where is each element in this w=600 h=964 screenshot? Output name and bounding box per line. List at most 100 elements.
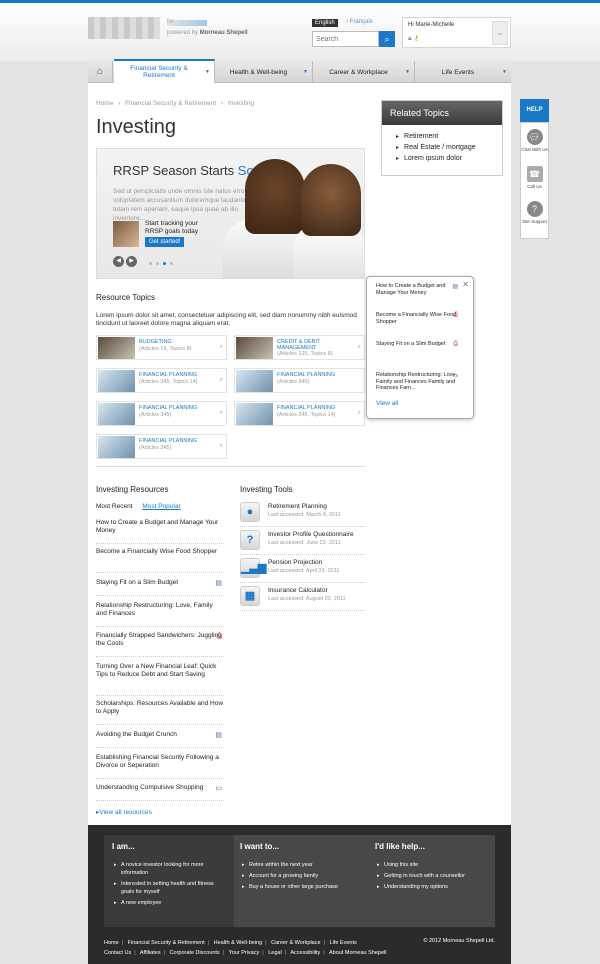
footer-link[interactable]: A new employee — [114, 899, 224, 907]
topic-meta: (Articles 345) — [139, 445, 172, 451]
chevron-down-icon: ⌄ — [496, 28, 504, 37]
close-icon[interactable]: ✕ — [462, 280, 469, 289]
resource-item[interactable]: Become a Financially Wise Food Shopper — [96, 548, 224, 573]
language-french[interactable]: › Français — [346, 19, 373, 25]
footer-link[interactable]: Contact Us — [104, 950, 131, 956]
magnifier-icon[interactable]: ⌕ — [358, 410, 361, 417]
popup-view-all-link[interactable]: View all — [376, 400, 398, 407]
pdf-icon: ⎙ — [453, 312, 458, 318]
footer-link[interactable]: About Morneau Shepell — [329, 950, 386, 956]
magnifier-icon[interactable]: ⌕ — [220, 344, 223, 351]
powered-by: powered by Morneau Shepell — [167, 30, 248, 36]
topic-tile[interactable]: FINANCIAL PLANNING (Articles 345, Topics… — [234, 401, 365, 426]
topic-tile[interactable]: FINANCIAL PLANNING (Articles 345) ⌕ — [96, 401, 227, 426]
footer-link[interactable]: Retire within the next year — [242, 861, 352, 869]
topic-tile[interactable]: FINANCIAL PLANNING (Articles 345) ⌕ — [96, 434, 227, 459]
company-logo[interactable] — [88, 17, 160, 39]
related-topic-item[interactable]: Real Estate / mortgage — [396, 144, 502, 151]
footer-link[interactable]: Interested in setting health and fitness… — [114, 880, 224, 896]
search-input[interactable] — [312, 31, 379, 47]
footer-link[interactable]: Financial Security & Retirement — [128, 940, 205, 946]
resource-item[interactable]: Establishing Financial Security Followin… — [96, 754, 224, 779]
popup-item[interactable]: Relationship Restructuring: Love, Family… — [376, 372, 458, 392]
footer-link[interactable]: Life Events — [330, 940, 357, 946]
footer-link[interactable]: A novice investor looking for more infor… — [114, 861, 224, 877]
lock-icon[interactable]: 🔒︎ — [408, 35, 412, 42]
topic-tile[interactable]: BUDGETING (Articles 16, Topics 8) ⌕ — [96, 335, 227, 360]
resource-item[interactable]: Turning Over a New Financial Leaf: Quick… — [96, 663, 224, 696]
topic-meta: (Articles 16, Topics 8) — [139, 346, 192, 352]
topic-tile[interactable]: FINANCIAL PLANNING (Articles 345) — [234, 368, 365, 393]
user-menu-dropdown[interactable]: ⌄ — [492, 21, 508, 45]
breadcrumb-financial-security[interactable]: Financial Security & Retirement — [125, 100, 216, 107]
resource-item[interactable]: Understanding Compulsive Shopping ▭ — [96, 784, 224, 801]
footer-col-i-want: I want to... Retire within the next year… — [240, 835, 352, 894]
footer-link[interactable]: Health & Well-being — [214, 940, 263, 946]
magnifier-icon[interactable]: ⌕ — [220, 377, 223, 384]
tool-item[interactable]: ▁▃▆ Pension Projection Last accessed: Ap… — [240, 556, 365, 583]
footer-link[interactable]: Account for a growing family — [242, 872, 352, 880]
tab-most-recent[interactable]: Most Recent — [96, 503, 133, 510]
magnifier-icon[interactable]: ⌕ — [220, 410, 223, 417]
topic-tile[interactable]: FINANCIAL PLANNING (Articles 345, Topics… — [96, 368, 227, 393]
chat-with-us[interactable]: 💬︎ Chat With Us — [521, 129, 548, 152]
related-topic-item[interactable]: Retirement — [396, 133, 502, 140]
footer-link[interactable]: Affiliates — [140, 950, 161, 956]
tool-item[interactable]: ▦ Insurance Calculator Last accessed: Au… — [240, 584, 365, 611]
topic-tile[interactable]: CREDIT & DEBIT MANAGEMENT (Articles 125,… — [234, 335, 365, 360]
language-english[interactable]: English — [312, 19, 338, 27]
search-button[interactable]: ⌕ — [379, 31, 395, 47]
document-icon: ▤ — [215, 580, 222, 587]
get-started-button[interactable]: Get started! — [145, 237, 185, 247]
nav-career[interactable]: Career & Workplace ▼ — [313, 61, 415, 83]
carousel-dot[interactable] — [149, 262, 152, 265]
tab-most-popular[interactable]: Most Popular — [142, 503, 180, 510]
view-all-resources-link[interactable]: View all resources — [96, 808, 152, 816]
footer-link[interactable]: Using this site — [377, 861, 487, 869]
topic-name: FINANCIAL PLANNING — [139, 405, 198, 411]
nav-life-events[interactable]: Life Events ▼ — [415, 61, 511, 83]
footer-link[interactable]: Understanding my options — [377, 883, 487, 891]
nav-health[interactable]: Health & Well-being ▼ — [215, 61, 313, 83]
footer-link[interactable]: Career & Workplace — [271, 940, 320, 946]
carousel-next-button[interactable]: ▶ — [126, 256, 137, 267]
tool-last-accessed: Last accessed: April 23, 2011 — [268, 568, 340, 574]
popup-item[interactable]: How to Create a Budget and Manage Your M… — [376, 283, 458, 296]
resource-item[interactable]: Relationship Restructuring: Love, Family… — [96, 602, 224, 627]
tool-item[interactable]: ● Retirement Planning Last accessed: Mar… — [240, 500, 365, 527]
resource-item[interactable]: Financially Strapped Sandwichers: Juggli… — [96, 632, 224, 657]
carousel-prev-button[interactable]: ◀ — [113, 256, 124, 267]
document-icon: ▤ — [215, 732, 222, 739]
footer-link[interactable]: Buy a house or other large purchase — [242, 883, 352, 891]
carousel-dot[interactable] — [170, 262, 173, 265]
footer-link[interactable]: Accessibility — [290, 950, 320, 956]
resource-item[interactable]: How to Create a Budget and Manage Your M… — [96, 519, 224, 544]
footer-link[interactable]: Legal — [268, 950, 281, 956]
footer-link[interactable]: Getting in touch with a counsellor — [377, 872, 487, 880]
nav-financial-security[interactable]: Financial Security & Retirement ▼ — [114, 59, 215, 83]
key-icon[interactable]: ⚷ — [414, 35, 419, 42]
resource-item[interactable]: Avoiding the Budget Crunch ▤ — [96, 731, 224, 748]
footer-link[interactable]: Corporate Discounts — [170, 950, 220, 956]
site-support[interactable]: ? Site Support — [521, 201, 548, 224]
carousel-dot[interactable] — [156, 262, 159, 265]
breadcrumb-home[interactable]: Home — [96, 100, 113, 107]
resource-item[interactable]: Staying Fit on a Slim Budget ▤ — [96, 579, 224, 596]
popup-item[interactable]: Become a Financially Wise Food Shopper — [376, 312, 458, 325]
tool-item[interactable]: ? Investor Profile Questionnaire Last ac… — [240, 528, 365, 555]
user-account-box[interactable]: Hi Marie-Michelle 🔒︎ ⚷ ⌄ — [402, 17, 511, 48]
popup-item[interactable]: Staying Fit on a Slim Budget — [376, 341, 458, 348]
resource-item[interactable]: Scholarships: Resources Available and Ho… — [96, 700, 224, 725]
nav-home[interactable]: ⌂ — [88, 61, 113, 83]
investing-resources-heading: Investing Resources — [96, 485, 169, 494]
call-us[interactable]: ☎ Call Us — [521, 166, 548, 189]
help-tab[interactable]: HELP — [520, 99, 549, 122]
footer-link[interactable]: Your Privacy — [229, 950, 260, 956]
carousel-dot-active[interactable] — [163, 262, 166, 265]
footer-link[interactable]: Home — [104, 940, 119, 946]
related-topic-item[interactable]: Lorem ipsum dolor — [396, 155, 502, 162]
footer-separator: | — [134, 950, 136, 956]
magnifier-icon[interactable]: ⌕ — [220, 443, 223, 450]
topic-meta: (Articles 345, Topics 14) — [139, 379, 198, 385]
magnifier-icon[interactable]: ⌕ — [358, 344, 361, 351]
